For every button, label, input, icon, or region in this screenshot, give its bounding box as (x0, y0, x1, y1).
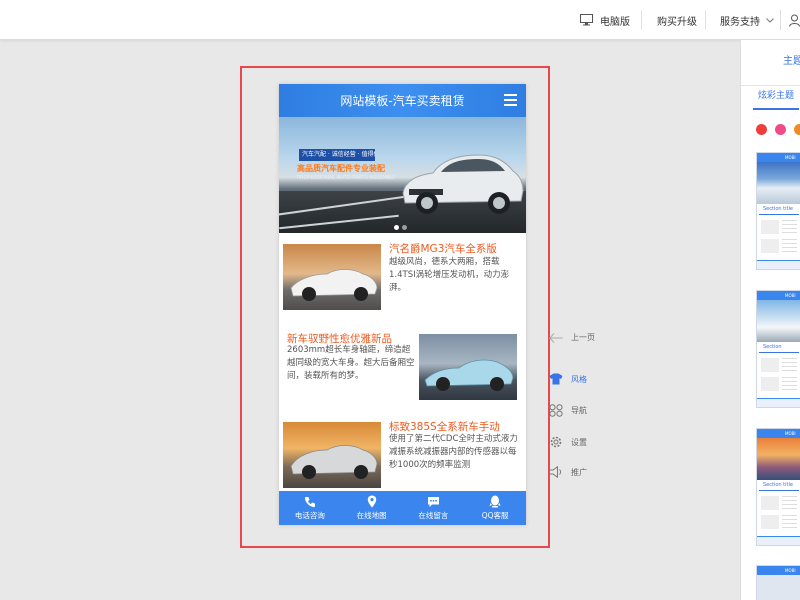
footer-message-button[interactable]: 在线留言 (403, 491, 465, 525)
car-image (402, 154, 524, 214)
speaker-icon (549, 466, 562, 478)
thumb-section-title: Section (759, 342, 799, 353)
monitor-icon (580, 14, 593, 26)
pagination-dot[interactable] (394, 225, 399, 230)
settings-tool-label: 设置 (571, 437, 587, 447)
promote-tool-label: 推广 (571, 467, 587, 477)
top-toolbar: 电脑版 购买升级 服务支持 (0, 0, 800, 40)
gear-icon (550, 436, 562, 448)
news-description: 2603mm超长车身轴距，缔造超越同级的宽大车身。超大后备厢空间，装载所有的梦。 (287, 345, 415, 381)
theme-thumbnail[interactable]: MOBI Section (756, 290, 800, 408)
grid-icon (549, 404, 563, 417)
thumb-section-title: Section title (759, 480, 799, 491)
theme-thumbnail[interactable]: MOBI Section title (756, 428, 800, 546)
banner-subtext: PROFESSIONAL AUTO PARTS ASSEMBLY (297, 175, 396, 181)
style-tool-label: 风格 (571, 374, 587, 384)
car-image (290, 445, 378, 479)
buy-upgrade-label: 购买升级 (657, 16, 697, 28)
car-image (290, 269, 378, 301)
divider (780, 10, 781, 30)
thumb-header: MOBI (757, 291, 800, 300)
thumb-header: MOBI (757, 429, 800, 438)
footer-label: 电话咨询 (294, 510, 325, 520)
footer-label: QQ客服 (481, 511, 509, 520)
footer-phone-button[interactable]: 电话咨询 (279, 491, 341, 525)
settings-tool-button[interactable]: 设置 (549, 435, 587, 449)
news-title[interactable]: 汽名爵MG3汽车全系版 (389, 241, 497, 256)
banner-slogan: 高品质汽车配件专业装配 (297, 164, 385, 173)
phone-footer-nav: 电话咨询 在线地图 在线留言 QQ客服 (279, 491, 526, 525)
color-swatch[interactable] (775, 124, 786, 135)
banner-pagination[interactable] (394, 225, 407, 230)
news-thumbnail (283, 244, 381, 310)
footer-map-button[interactable]: 在线地图 (341, 491, 403, 525)
car-image (424, 359, 514, 391)
site-title: 网站模板-汽车买卖租赁 (340, 94, 465, 108)
mobile-preview[interactable]: 网站模板-汽车买卖租赁 汽车汽配 · 诚信经营 · 值得信赖 高品质汽车配件专业… (279, 84, 526, 525)
news-title[interactable]: 标致385S全系新车手动 (389, 419, 500, 434)
thumb-header: MOBI (757, 153, 800, 162)
nav-tool-button[interactable]: 导航 (549, 404, 587, 417)
prev-page-label: 上一页 (571, 333, 595, 342)
tab-colorful-theme[interactable]: 炫彩主题 (758, 88, 794, 101)
phone-icon (304, 496, 315, 507)
qq-icon (489, 495, 501, 508)
color-swatch[interactable] (794, 124, 800, 135)
news-description: 使用了第二代CDC全时主动式液力减振系统减振器内部的传感器以每秒1000次的频率… (389, 434, 518, 470)
shirt-icon (549, 373, 563, 385)
arrow-left-icon (549, 332, 563, 343)
footer-qq-button[interactable]: QQ客服 (464, 491, 526, 525)
panel-title: 主题 (783, 56, 800, 67)
footer-label: 在线留言 (418, 510, 449, 520)
service-support-label: 服务支持 (720, 16, 760, 28)
divider (641, 10, 642, 30)
style-tool-button[interactable]: 风格 (549, 373, 587, 385)
banner-tag: 汽车汽配 · 诚信经营 · 值得信赖 (299, 149, 375, 161)
nav-tool-label: 导航 (571, 406, 587, 415)
promote-tool-button[interactable]: 推广 (549, 466, 587, 478)
divider (705, 10, 706, 30)
thumb-header: MOBI (757, 566, 800, 575)
service-support-dropdown[interactable]: 服务支持 (720, 0, 774, 40)
theme-panel: 主题 炫彩主题 MOBI Section title MOBI Section … (740, 40, 800, 600)
theme-thumbnail[interactable]: MOBI Section title (756, 152, 800, 270)
news-thumbnail (419, 334, 517, 400)
desktop-version-button[interactable]: 电脑版 (580, 0, 630, 40)
user-icon (789, 14, 800, 27)
buy-upgrade-button[interactable]: 购买升级 (657, 0, 697, 40)
footer-label: 在线地图 (356, 511, 387, 520)
desktop-version-label: 电脑版 (600, 16, 630, 28)
theme-thumbnail[interactable]: MOBI (756, 565, 800, 600)
message-icon (427, 496, 439, 507)
user-account-button[interactable] (789, 0, 800, 40)
banner-slider[interactable]: 汽车汽配 · 诚信经营 · 值得信赖 高品质汽车配件专业装配 PROFESSIO… (279, 117, 526, 233)
news-description: 越级风尚，德系大两厢，搭载1.4TSI涡轮增压发动机，动力澎湃。 (389, 257, 510, 293)
prev-page-button[interactable]: 上一页 (549, 332, 595, 343)
news-thumbnail (283, 422, 381, 488)
color-swatch[interactable] (756, 124, 767, 135)
pagination-dot[interactable] (402, 225, 407, 230)
phone-header: 网站模板-汽车买卖租赁 (279, 84, 526, 117)
thumb-section-title: Section title (759, 204, 799, 215)
chevron-down-icon (766, 17, 774, 23)
hamburger-menu-icon[interactable] (504, 94, 517, 106)
map-pin-icon (367, 495, 376, 508)
